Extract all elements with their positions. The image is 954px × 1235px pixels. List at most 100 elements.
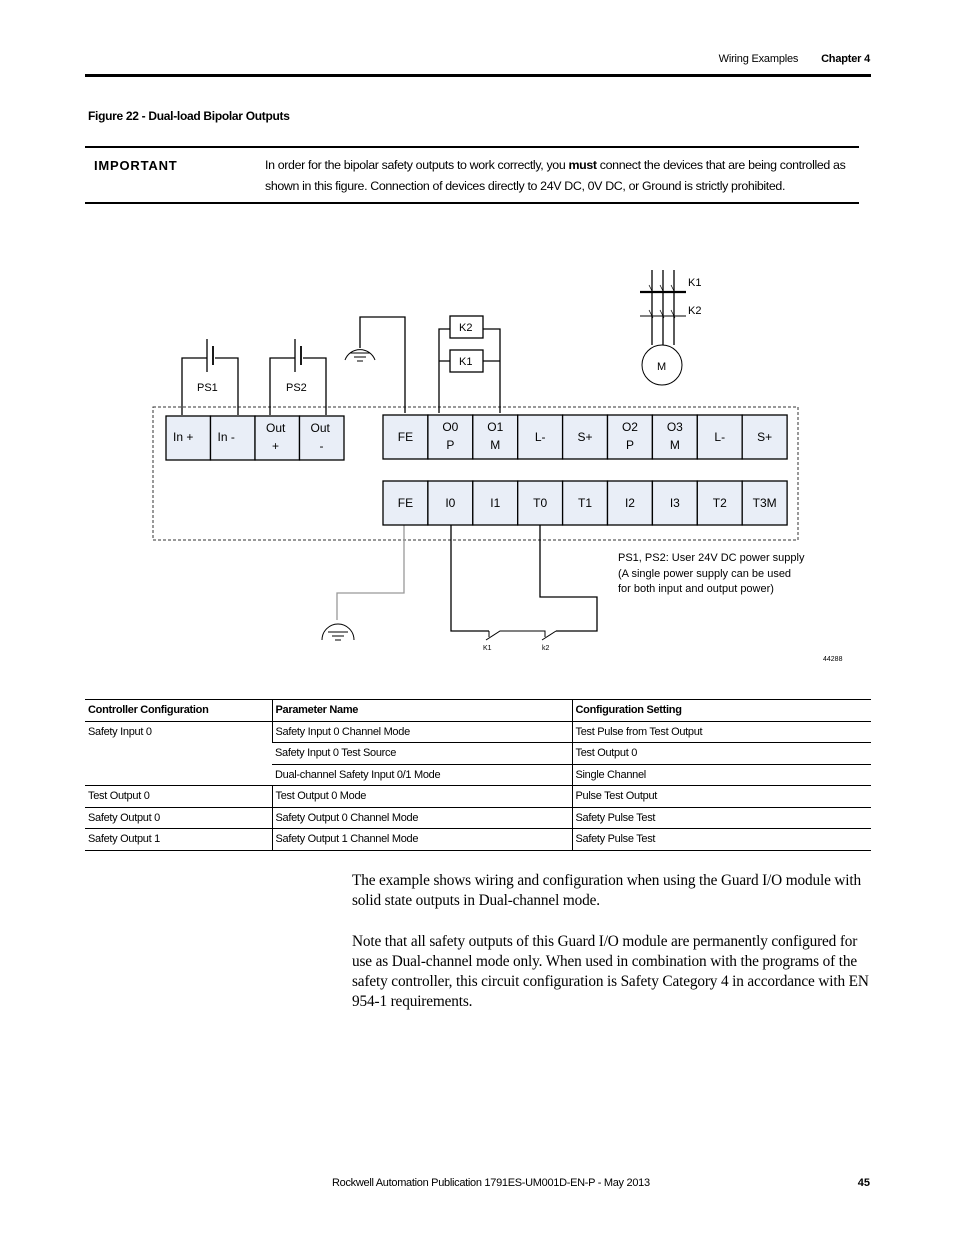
terminal-label: T3M xyxy=(753,496,777,510)
configuration-table: Controller Configuration Parameter Name … xyxy=(85,699,871,851)
terminal-label: I2 xyxy=(625,496,635,510)
terminal-label: L- xyxy=(714,430,725,444)
feedback-contact-label-k2: k2 xyxy=(542,645,550,652)
terminal-label: M xyxy=(490,438,500,452)
terminal-label: Out xyxy=(266,421,286,435)
setting-cell: Safety Pulse Test xyxy=(571,828,871,851)
terminal-label: O3 xyxy=(667,420,683,434)
parameter-cell: Safety Input 0 Test Source xyxy=(272,742,572,765)
coil-wire-o1 xyxy=(483,328,501,413)
parameter-cell: Safety Input 0 Channel Mode xyxy=(271,721,572,743)
terminal-label: FE xyxy=(398,430,413,444)
fe-ground-wire xyxy=(359,316,406,413)
parameter-cell: Safety Output 1 Channel Mode xyxy=(271,828,572,851)
setting-cell: Pulse Test Output xyxy=(571,785,871,808)
terminal: I2 xyxy=(606,480,654,526)
terminal: O0 P xyxy=(427,414,474,460)
terminal: FE xyxy=(382,414,429,460)
terminal-label: FE xyxy=(398,496,413,510)
note-line: PS1, PS2: User 24V DC power supply xyxy=(618,552,805,564)
terminal: FE xyxy=(382,480,429,526)
note-line: for both input and output power) xyxy=(618,583,774,595)
controller-cell: Safety Input 0 xyxy=(85,721,272,786)
terminal: Out - xyxy=(298,415,345,461)
parameter-cell: Dual-channel Safety Input 0/1 Mode xyxy=(272,764,572,786)
terminal-label: M xyxy=(670,438,680,452)
terminal: O1 M xyxy=(472,414,519,460)
terminal-label: T1 xyxy=(578,496,592,510)
terminal-label: I1 xyxy=(490,496,500,510)
k1-feedback-contact xyxy=(485,630,557,641)
terminal: I3 xyxy=(651,480,698,526)
page-number: 45 xyxy=(857,1177,870,1189)
controller-cell: Safety Output 1 xyxy=(85,828,272,851)
input-terminal-block: FE I0 I1 T0 T1 I2 I3 T2 T3M xyxy=(382,480,788,526)
controller-cell: Test Output 0 xyxy=(85,785,272,808)
terminal-label: + xyxy=(272,439,279,453)
fe-ground-wire-bottom xyxy=(336,525,405,620)
terminal: T2 xyxy=(696,480,743,526)
parameter-cell: Test Output 0 Mode xyxy=(271,785,572,808)
terminal-label: S+ xyxy=(757,430,772,444)
terminal: O2 P xyxy=(606,414,654,460)
terminal-label: I3 xyxy=(670,496,680,510)
ps2-label: PS2 xyxy=(286,382,307,394)
terminal-label: P xyxy=(626,438,634,452)
terminal: S+ xyxy=(561,414,609,460)
terminal-label: - xyxy=(320,439,324,453)
note-line: (A single power supply can be used xyxy=(618,568,791,580)
coil-wire-o0 xyxy=(438,328,450,413)
i0-wire xyxy=(450,525,489,632)
terminal-label: O2 xyxy=(622,420,638,434)
figure-id-number: 44288 xyxy=(823,656,843,663)
terminal-label: O0 xyxy=(442,420,458,434)
body-paragraph: The example shows wiring and configurati… xyxy=(352,872,861,910)
terminal: T1 xyxy=(561,480,609,526)
setting-cell: Test Output 0 xyxy=(571,742,871,765)
terminal: L- xyxy=(696,414,743,460)
t0-wire xyxy=(539,525,598,632)
motor-contact-label-k2: K2 xyxy=(688,305,701,317)
controller-cell: Safety Output 0 xyxy=(85,807,272,829)
table-header-row: Controller Configuration Parameter Name … xyxy=(85,699,871,722)
parameter-cell: Safety Output 0 Channel Mode xyxy=(271,807,572,829)
column-header: Controller Configuration xyxy=(85,699,272,722)
feedback-contact-label-k1: K1 xyxy=(483,645,492,652)
terminal-label: L- xyxy=(535,430,546,444)
ground-icon-bottom xyxy=(321,623,355,641)
terminal: I0 xyxy=(427,480,474,526)
terminal-label: T0 xyxy=(533,496,547,510)
table-row: Safety Output 0 Safety Output 0 Channel … xyxy=(85,807,871,829)
terminal: In + xyxy=(165,415,212,461)
terminal-label: O1 xyxy=(487,420,503,434)
table-row: Safety Output 1 Safety Output 1 Channel … xyxy=(85,828,871,851)
terminal-label: S+ xyxy=(578,430,593,444)
coil-label-k2: K2 xyxy=(459,322,472,334)
motor-label: M xyxy=(657,361,666,373)
terminal-label: Out xyxy=(311,421,331,435)
table-row: Safety Input 0 Safety Input 0 Channel Mo… xyxy=(85,721,871,786)
output-terminal-block: FE O0 P O1 M L- S+ O2 P O3 M L- S+ xyxy=(382,414,788,460)
ground-icon-top xyxy=(344,349,376,362)
power-terminal-block: In + In - Out + Out - xyxy=(165,415,345,461)
setting-cell: Test Pulse from Test Output xyxy=(571,721,871,743)
column-header: Configuration Setting xyxy=(571,699,871,722)
contact-ticks xyxy=(648,284,676,319)
body-text: The example shows wiring and configurati… xyxy=(352,871,872,1033)
terminal: O3 M xyxy=(651,414,698,460)
terminal: In - xyxy=(209,415,256,461)
terminal: L- xyxy=(517,414,564,460)
terminal-label: In + xyxy=(173,430,193,444)
column-header: Parameter Name xyxy=(271,699,572,722)
setting-cell: Single Channel xyxy=(571,764,871,786)
publication-footer: Rockwell Automation Publication 1791ES-U… xyxy=(332,1177,650,1189)
terminal-label: In - xyxy=(218,430,235,444)
terminal: T0 xyxy=(517,480,564,526)
terminal-label: T2 xyxy=(713,496,727,510)
table-row: Test Output 0 Test Output 0 Mode Pulse T… xyxy=(85,785,871,808)
terminal: T3M xyxy=(741,480,788,526)
setting-cell: Safety Pulse Test xyxy=(571,807,871,829)
terminal: Out + xyxy=(254,415,301,461)
terminal-label: P xyxy=(446,438,454,452)
ps1-label: PS1 xyxy=(197,382,218,394)
